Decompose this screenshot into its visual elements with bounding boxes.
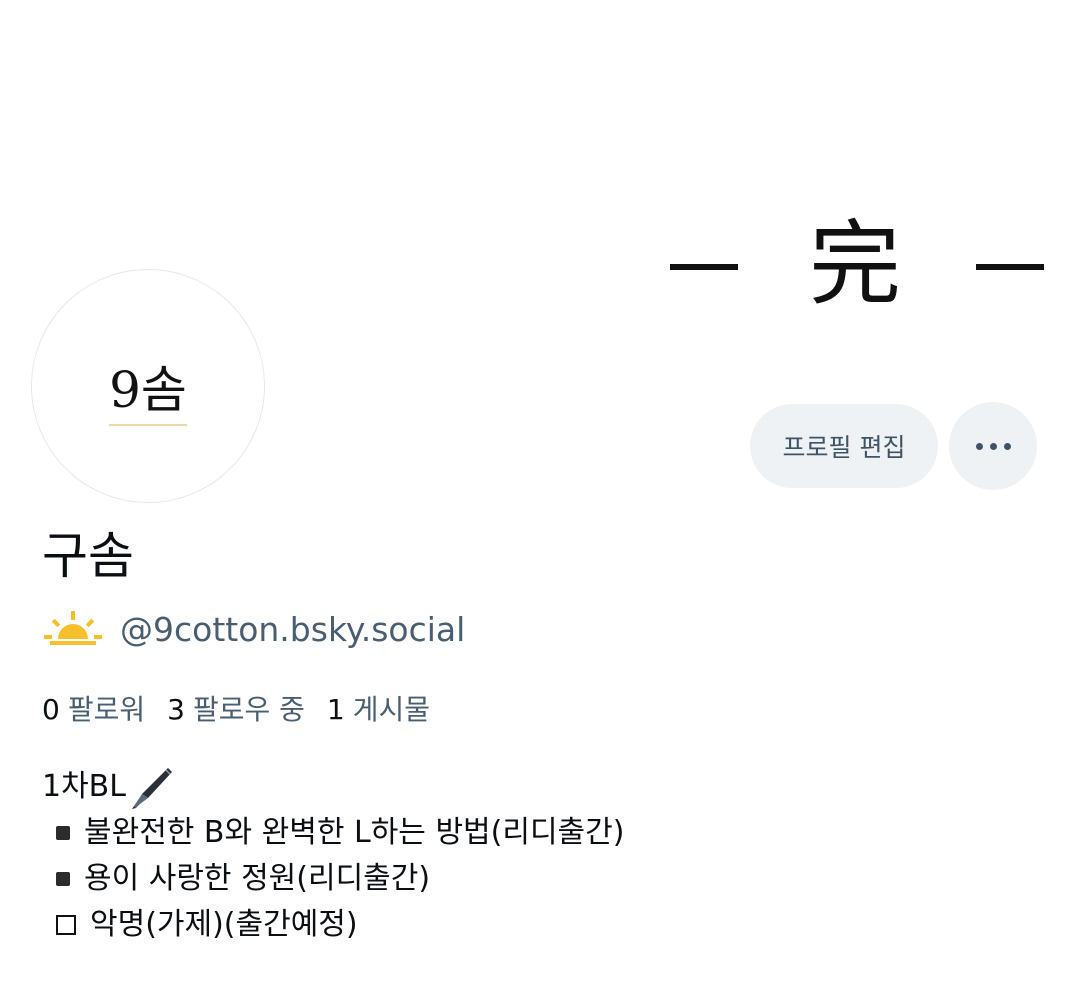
bio-item-text: 악명(가제)(출간예정): [90, 907, 358, 942]
bio-line-text: 1차BL: [42, 769, 126, 804]
profile-stats: 0 팔로워 3 팔로우 중 1 게시물: [42, 688, 452, 728]
more-options-button[interactable]: [949, 402, 1037, 490]
bio-item-text: 용이 사랑한 정원(리디출간): [84, 861, 431, 896]
sunrise-icon: [44, 611, 102, 645]
bio-list-item: 용이 사랑한 정원(리디출간): [42, 856, 624, 902]
empty-square-icon: [56, 915, 76, 935]
handle[interactable]: @9cotton.bsky.social: [120, 610, 465, 649]
edit-profile-button[interactable]: 프로필 편집: [750, 404, 938, 488]
following-label: 팔로우 중: [192, 693, 305, 726]
bio-list-item: 불완전한 B와 완벽한 L하는 방법(리디출간): [42, 810, 624, 856]
following-count: 3: [167, 693, 185, 726]
banner-text: 完: [808, 211, 901, 318]
fountain-pen-icon: [131, 768, 172, 809]
following-stat[interactable]: 3 팔로우 중: [167, 688, 305, 728]
avatar-text: 9솜: [109, 350, 187, 426]
display-name: 구솜: [42, 527, 134, 585]
avatar[interactable]: 9솜: [31, 269, 265, 503]
filled-square-icon: [56, 872, 70, 886]
handle-row: @9cotton.bsky.social: [44, 606, 465, 652]
profile-bio: 1차BL 불완전한 B와 완벽한 L하는 방법(리디출간) 용이 사랑한 정원(…: [42, 764, 624, 948]
more-dot-icon: [975, 442, 983, 450]
profile-page: 完 9솜 프로필 편집 구솜 @9cotton.bsky.social 0 팔로…: [0, 0, 1080, 1005]
bio-line: 1차BL: [42, 764, 624, 810]
followers-stat[interactable]: 0 팔로워: [42, 688, 145, 728]
filled-square-icon: [56, 826, 70, 840]
followers-label: 팔로워: [67, 693, 146, 726]
banner-dash-left: [670, 264, 738, 270]
more-dot-icon: [1003, 442, 1011, 450]
posts-count: 1: [326, 693, 345, 726]
bio-list-item: 악명(가제)(출간예정): [42, 902, 624, 948]
posts-label: 게시물: [352, 693, 430, 726]
more-dot-icon: [989, 442, 997, 450]
bio-item-text: 불완전한 B와 완벽한 L하는 방법(리디출간): [84, 815, 625, 850]
followers-count: 0: [42, 693, 60, 726]
posts-stat: 1 게시물: [327, 688, 430, 728]
banner-dash-right: [976, 264, 1044, 270]
